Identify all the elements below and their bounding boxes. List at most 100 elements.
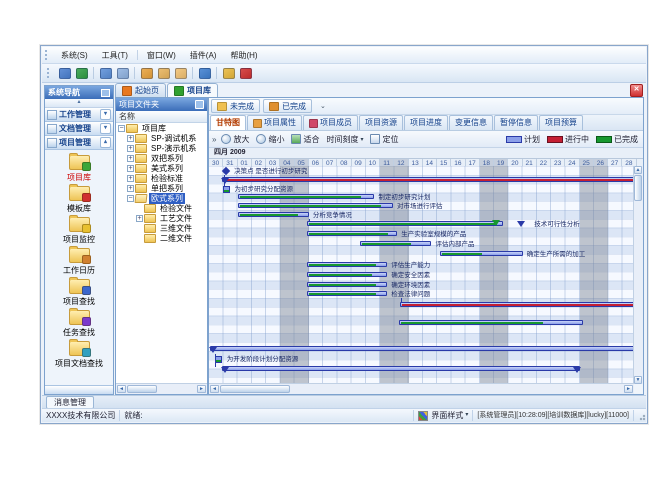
expand-icon[interactable]: + [127,165,134,172]
collapse-icon[interactable]: − [118,125,125,132]
sidebar-item-5[interactable]: 任务查找 [45,310,113,338]
expand-icon[interactable]: + [127,175,134,182]
more-chevron-icon[interactable]: ⌄ [320,102,326,110]
expand-icon[interactable]: + [127,185,134,192]
help-globe-icon[interactable] [197,66,212,80]
sidebar-options-icon[interactable] [101,89,110,97]
gantt-tab-2[interactable]: 项目成员 [303,115,358,130]
tree-item-6[interactable]: +单把系列 [116,183,207,193]
sidebar-section-0[interactable]: 工作管理▾ [45,108,113,122]
tree-item-9[interactable]: +工艺文件 [116,213,207,223]
menu-item-2[interactable]: 窗口(W) [140,48,183,63]
menu-drag-handle[interactable] [45,50,50,60]
sidebar-section-2[interactable]: 项目管理▴ [45,136,113,150]
expand-icon[interactable]: + [127,155,134,162]
document-tab-0[interactable]: 起始页 [115,83,166,97]
close-tab-icon[interactable]: ✕ [630,84,643,97]
sidebar-item-4[interactable]: 项目查找 [45,279,113,307]
gantt-hscrollbar[interactable]: ◄ ► [209,383,634,394]
scroll-thumb[interactable] [127,385,157,393]
globe-icon[interactable] [74,66,89,80]
gantt-bar-7[interactable] [307,231,397,236]
document-tab-1[interactable]: 项目库 [167,83,218,97]
chevron-up-icon[interactable]: ▴ [100,137,111,148]
pin-icon[interactable] [195,100,204,109]
expand-icon[interactable]: + [136,215,143,222]
gantt-tab-5[interactable]: 变更信息 [449,115,493,130]
report-page-icon[interactable] [173,66,188,80]
chevron-down-icon[interactable]: ▾ [100,109,111,120]
scroll-thumb[interactable] [634,175,642,201]
gantt-tab-3[interactable]: 项目资源 [359,115,403,130]
scroll-left-icon[interactable]: ◄ [117,385,126,393]
filter-tab-0[interactable]: 未完成 [211,99,260,113]
tree-item-3[interactable]: +双把系列 [116,153,207,163]
toolbar-drag-handle[interactable] [47,68,52,78]
chevron-down-icon[interactable]: ▾ [100,123,111,134]
tree-item-7[interactable]: −欧式系列 [116,193,207,203]
gantt-bar-3[interactable] [238,194,375,199]
sidebar-item-1[interactable]: 模板库 [45,186,113,214]
gantt-bar-5[interactable] [238,212,309,217]
scroll-right-icon[interactable]: ► [624,385,633,393]
gantt-bar-16[interactable] [210,346,636,351]
scroll-down-icon[interactable]: ▼ [634,376,642,384]
sidebar-section-1[interactable]: 文档管理▾ [45,122,113,136]
menu-item-1[interactable]: 工具(T) [95,48,135,63]
sidebar-item-2[interactable]: 项目监控 [45,217,113,245]
toolbar-overflow-chevrons[interactable]: » [212,135,216,144]
scroll-left-icon[interactable]: ◄ [210,385,219,393]
lock-icon[interactable] [221,66,236,80]
tree-item-8[interactable]: 检验文件 [116,203,207,213]
tree-item-4[interactable]: +美式系列 [116,163,207,173]
gantt-toolbar-fit-icon[interactable]: 适合 [291,134,319,145]
tree-item-11[interactable]: 二维文件 [116,233,207,243]
gantt-tab-4[interactable]: 项目进度 [404,115,448,130]
resource-assignment-icon[interactable] [223,186,230,193]
menu-item-0[interactable]: 系统(S) [54,48,95,63]
scroll-thumb[interactable] [220,385,290,393]
gantt-bar-15[interactable] [399,320,583,325]
tree-item-5[interactable]: +检验标准 [116,173,207,183]
gantt-bar-11[interactable] [307,272,387,277]
expand-icon[interactable]: + [127,145,134,152]
gantt-toolbar-zoom-out-icon[interactable]: 缩小 [256,134,284,145]
collapse-icon[interactable]: − [127,195,134,202]
sidebar-collapse-strip[interactable]: ▴ [45,99,113,108]
layout-window-icon[interactable] [115,66,130,80]
sidebar-section-partial[interactable] [45,385,113,394]
tree-item-1[interactable]: +SP-调试机系 [116,133,207,143]
tree-item-0[interactable]: −项目库 [116,123,207,133]
gantt-bar-14[interactable] [400,302,636,307]
scroll-up-icon[interactable]: ▲ [634,166,642,174]
sidebar-item-6[interactable]: 项目文档查找 [45,341,113,369]
gantt-bar-6[interactable] [307,221,502,226]
computer-icon[interactable] [57,66,72,80]
gantt-bar-18[interactable] [222,366,580,371]
gantt-toolbar-locate-icon[interactable]: 定位 [370,134,398,145]
gantt-bar-10[interactable] [307,262,387,267]
report-mail-icon[interactable] [139,66,154,80]
menu-item-3[interactable]: 插件(A) [183,48,224,63]
folder-window-icon[interactable] [98,66,113,80]
gantt-tab-7[interactable]: 项目预算 [539,115,583,130]
gantt-tab-1[interactable]: 项目属性 [247,115,302,130]
gantt-tab-6[interactable]: 暂停信息 [494,115,538,130]
resize-grip[interactable] [636,411,646,421]
interface-style-button[interactable]: 界面样式 ▾ [414,410,473,421]
resource-assignment-icon[interactable] [215,356,222,363]
gantt-bar-1[interactable] [222,177,636,182]
sidebar-item-0[interactable]: 项目库 [45,155,113,183]
gantt-bar-9[interactable] [440,251,523,256]
report-chart-icon[interactable] [156,66,171,80]
gantt-bar-4[interactable] [238,203,393,208]
tree-item-2[interactable]: +SP-演示机系 [116,143,207,153]
milestone-diamond-icon[interactable] [222,167,230,175]
scroll-right-icon[interactable]: ► [197,385,206,393]
expand-icon[interactable]: + [127,135,134,142]
gantt-bar-12[interactable] [307,282,387,287]
gantt-toolbar-button-3[interactable]: 时间刻度▾ [326,134,363,145]
gantt-bar-13[interactable] [307,291,387,296]
gantt-vscrollbar[interactable]: ▲ ▼ [633,166,643,384]
sidebar-item-3[interactable]: 工作日历 [45,248,113,276]
